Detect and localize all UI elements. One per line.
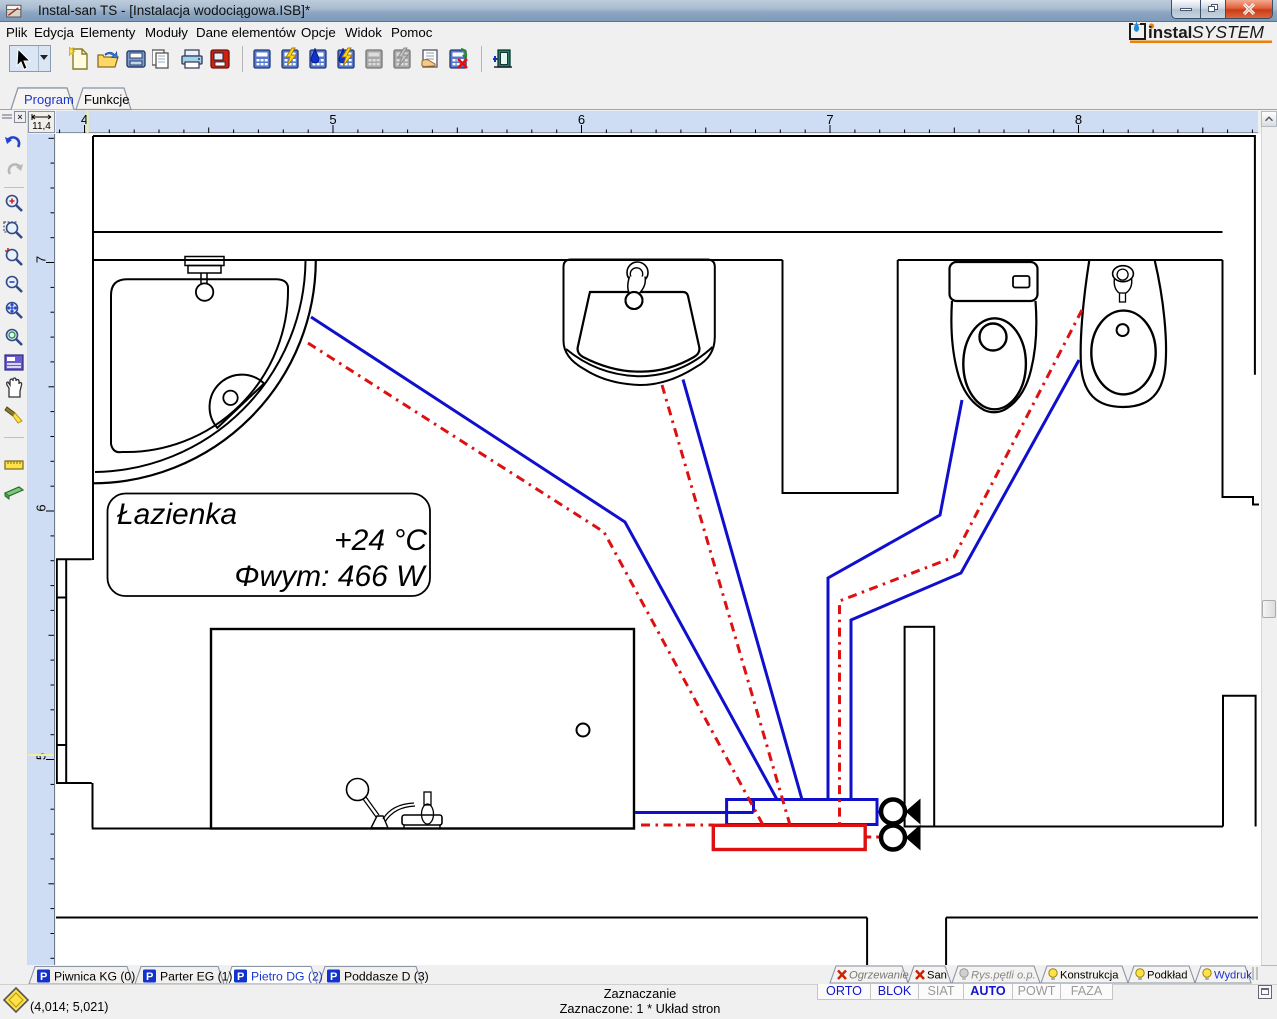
svg-text:Funkcje: Funkcje bbox=[84, 92, 130, 107]
svg-text:6: 6 bbox=[34, 504, 49, 511]
svg-text:7: 7 bbox=[826, 112, 833, 127]
svg-text:Konstrukcja: Konstrukcja bbox=[1060, 970, 1119, 982]
svg-text:Łazienka: Łazienka bbox=[117, 498, 237, 531]
svg-text:5: 5 bbox=[329, 112, 336, 127]
svg-text:7: 7 bbox=[34, 256, 49, 263]
svg-text:+24 °C: +24 °C bbox=[334, 524, 427, 557]
svg-text:SYSTEM: SYSTEM bbox=[1192, 22, 1264, 42]
svg-text:Ogrzewanie: Ogrzewanie bbox=[849, 970, 909, 982]
svg-text:Program: Program bbox=[24, 92, 74, 107]
svg-text:Rys.pętli o.p.: Rys.pętli o.p. bbox=[971, 970, 1036, 982]
svg-text:Podkład: Podkład bbox=[1147, 970, 1187, 982]
svg-text:5: 5 bbox=[34, 753, 49, 760]
svg-text:8: 8 bbox=[1075, 112, 1082, 127]
svg-text:6: 6 bbox=[578, 112, 585, 127]
svg-text:instal: instal bbox=[1148, 23, 1192, 42]
svg-text:Φwym: 466 W: Φwym: 466 W bbox=[234, 560, 427, 593]
svg-text:San: San bbox=[927, 970, 947, 982]
svg-text:Wydruk: Wydruk bbox=[1214, 970, 1252, 982]
